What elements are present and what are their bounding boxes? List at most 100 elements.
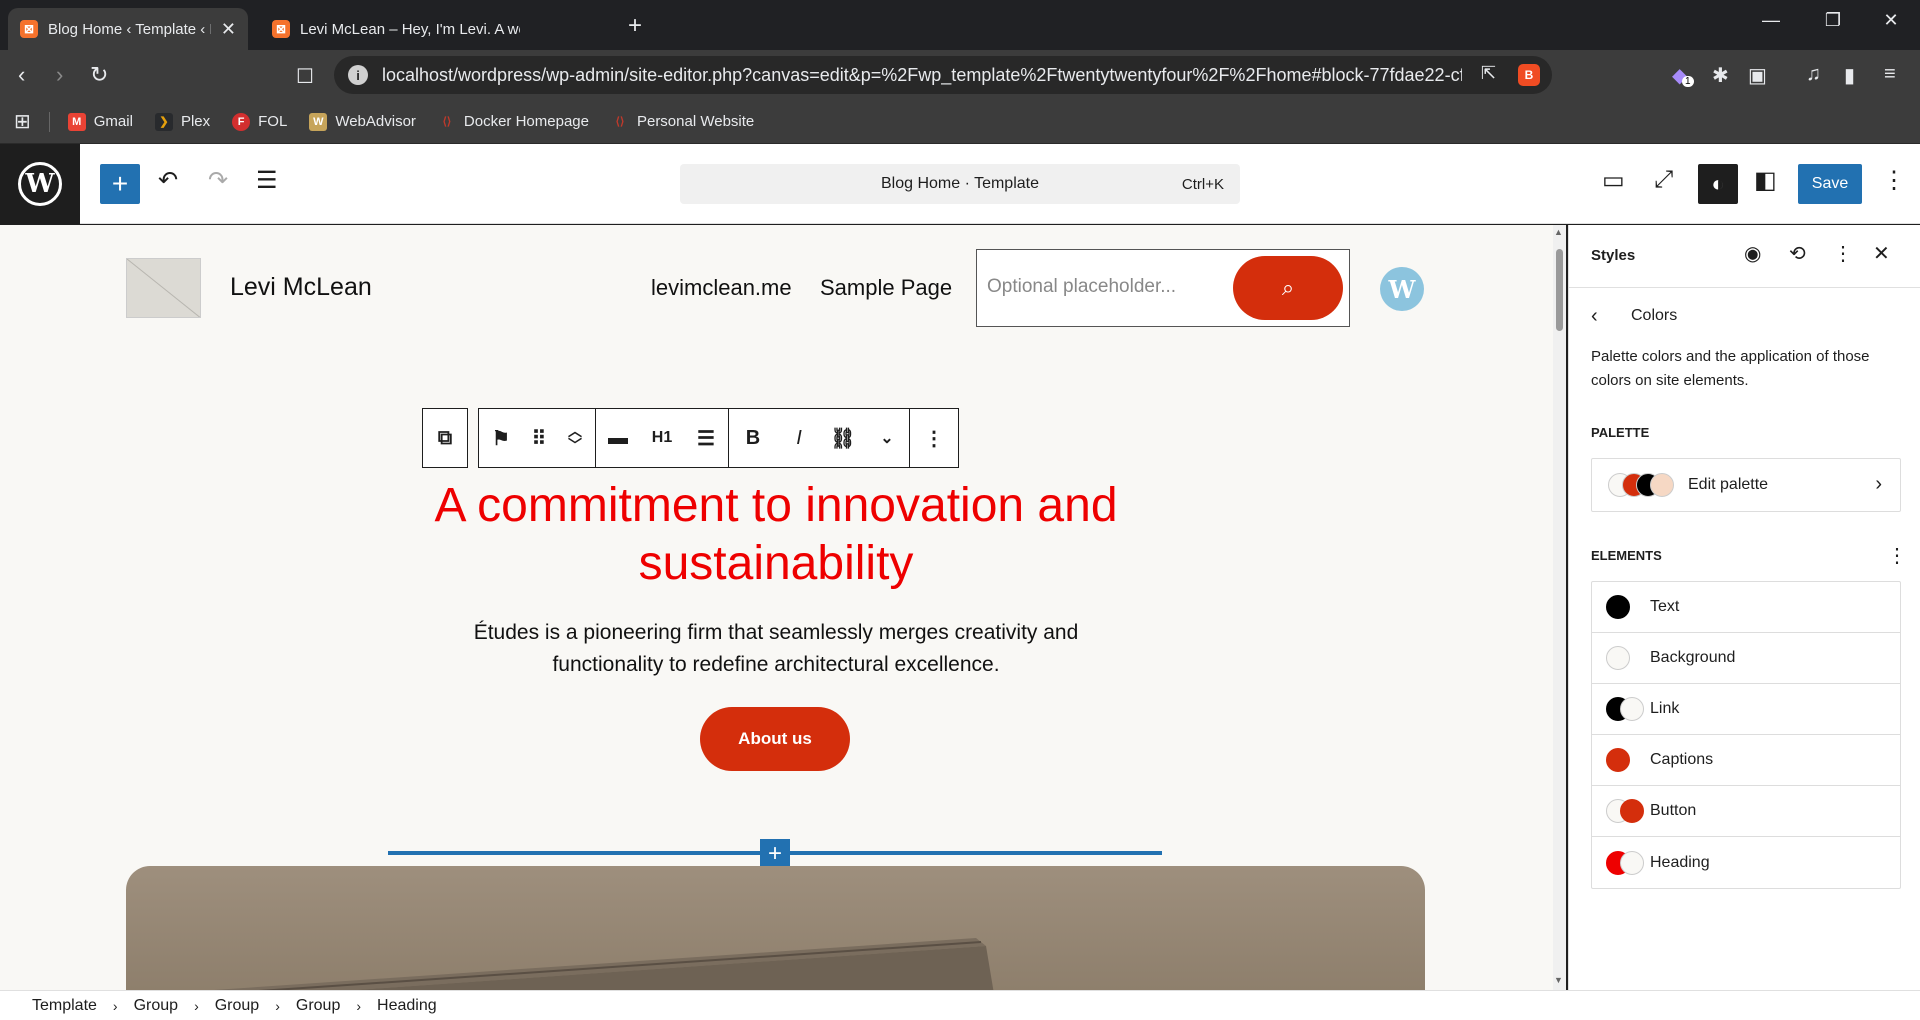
options-menu-icon[interactable]: ⋮ <box>1882 166 1906 195</box>
scroll-up-icon[interactable]: ▲ <box>1554 227 1563 237</box>
page-heading[interactable]: A commitment to innovation and sustainab… <box>380 477 1172 593</box>
edit-palette-button[interactable]: Edit palette › <box>1591 458 1901 512</box>
heading-level-button[interactable]: H1 <box>640 409 684 467</box>
back-icon[interactable]: ‹ <box>18 62 25 88</box>
bookmark-label: WebAdvisor <box>335 113 416 130</box>
bookmark-webadvisor[interactable]: W WebAdvisor <box>309 112 416 131</box>
sidebar-icon[interactable]: ▮ <box>1844 63 1855 88</box>
element-captions[interactable]: Captions <box>1592 735 1900 786</box>
editor-canvas[interactable]: Levi McLean levimclean.me Sample Page Op… <box>0 225 1566 990</box>
bookmark-fol[interactable]: F FOL <box>232 112 287 131</box>
apps-icon[interactable]: ⊞ <box>14 109 31 134</box>
block-options-icon[interactable]: ⋮ <box>910 409 958 467</box>
restore-icon[interactable]: ❐ <box>1818 10 1848 31</box>
close-icon[interactable]: ✕ <box>221 19 236 40</box>
divider <box>48 111 50 132</box>
search-button[interactable]: ⌕ <box>1233 256 1343 320</box>
extensions-icon[interactable]: ✱ <box>1712 63 1729 88</box>
nav-link-levimclean[interactable]: levimclean.me <box>651 275 792 301</box>
select-parent-icon[interactable]: ⧉ <box>423 409 467 467</box>
tab-blog-home[interactable]: ⊠ Blog Home ‹ Template ‹ Levi McLean — W… <box>8 8 248 50</box>
wordpress-logo-button[interactable]: W <box>0 144 80 224</box>
share-icon[interactable]: ⇱ <box>1481 63 1496 84</box>
bookmark-block-icon[interactable]: ⚑ <box>479 409 523 467</box>
block-inserter-button[interactable]: + <box>100 164 140 204</box>
element-heading[interactable]: Heading <box>1592 837 1900 888</box>
menu-icon[interactable]: ≡ <box>1884 63 1896 86</box>
settings-panel-icon[interactable]: ◧ <box>1754 166 1777 195</box>
placeholder-diagonal <box>127 259 200 317</box>
scroll-down-icon[interactable]: ▼ <box>1554 975 1563 985</box>
back-chevron-icon[interactable]: ‹ <box>1591 305 1598 328</box>
drag-handle-icon[interactable]: ⠿ <box>523 409 555 467</box>
breadcrumb-item[interactable]: Group <box>215 997 259 1015</box>
window-close-icon[interactable]: ✕ <box>1876 10 1906 31</box>
close-sidebar-icon[interactable]: ✕ <box>1873 241 1890 266</box>
link-icon[interactable]: ⛓ <box>821 409 865 467</box>
scrollbar-thumb[interactable] <box>1556 249 1563 331</box>
redo-icon[interactable]: ↷ <box>208 166 228 195</box>
palette-swatches <box>1608 473 1680 497</box>
hero-image[interactable] <box>126 866 1425 990</box>
avatar[interactable]: W <box>1380 267 1424 311</box>
move-up-down-icon[interactable]: ︿ ﹀ <box>555 409 595 467</box>
building-illustration <box>213 938 994 990</box>
search-input[interactable]: Optional placeholder... <box>987 276 1176 298</box>
zoom-out-icon[interactable]: ⤢ <box>1654 166 1673 194</box>
styles-toggle-icon[interactable]: ◐ <box>1698 164 1738 204</box>
bookmark-personal-website[interactable]: ⟨⟩ Personal Website <box>611 113 755 131</box>
media-icon[interactable]: ♫ <box>1806 63 1821 86</box>
revisions-icon[interactable]: ⟲ <box>1789 241 1806 266</box>
breadcrumb-item[interactable]: Group <box>296 997 340 1015</box>
italic-icon[interactable]: I <box>777 409 821 467</box>
undo-icon[interactable]: ↶ <box>158 166 178 195</box>
breadcrumb-item[interactable]: Heading <box>377 997 437 1015</box>
breadcrumb-item[interactable]: Template <box>32 997 97 1015</box>
site-title[interactable]: Levi McLean <box>230 273 372 302</box>
new-tab-icon[interactable]: + <box>628 12 642 40</box>
bookmark-icon[interactable]: ☐ <box>296 64 314 89</box>
tab-levi-mclean[interactable]: ⊠ Levi McLean – Hey, I'm Levi. A web dev… <box>260 8 600 50</box>
element-swatch <box>1606 697 1650 721</box>
url-text: localhost/wordpress/wp-admin/site-editor… <box>382 64 1462 85</box>
search-block[interactable]: Optional placeholder... ⌕ <box>976 249 1350 327</box>
element-background[interactable]: Background <box>1592 633 1900 684</box>
element-link[interactable]: Link <box>1592 684 1900 735</box>
plex-icon: ❯ <box>154 112 173 131</box>
brave-shield-icon[interactable]: B <box>1518 64 1540 86</box>
elements-options-icon[interactable]: ⋮ <box>1887 543 1907 568</box>
bookmark-docker[interactable]: ⟨⟩ Docker Homepage <box>438 113 589 131</box>
device-preview-icon[interactable]: ▭ <box>1602 166 1625 195</box>
list-view-icon[interactable]: ☰ <box>256 166 278 195</box>
more-options-icon[interactable]: ⋮ <box>1833 241 1853 266</box>
command-palette-button[interactable]: Blog Home · Template Ctrl+K <box>680 164 1240 204</box>
style-book-icon[interactable]: ◉ <box>1744 241 1761 266</box>
xampp-icon: ⊠ <box>20 20 38 38</box>
save-button[interactable]: Save <box>1798 164 1862 204</box>
bold-icon[interactable]: B <box>729 409 777 467</box>
sidebar-title: Styles <box>1591 247 1636 264</box>
text-align-icon[interactable]: ☰ <box>684 409 728 467</box>
minimize-icon[interactable]: — <box>1756 10 1786 31</box>
insert-block-icon[interactable]: + <box>760 839 790 869</box>
canvas-scrollbar[interactable]: ▲ ▼ <box>1553 225 1566 990</box>
element-button[interactable]: Button <box>1592 786 1900 837</box>
about-us-button[interactable]: About us <box>700 707 850 771</box>
url-bar[interactable]: i localhost/wordpress/wp-admin/site-edit… <box>334 56 1552 94</box>
reload-icon[interactable]: ↻ <box>90 62 108 88</box>
bookmark-plex[interactable]: ❯ Plex <box>154 112 210 131</box>
reader-icon[interactable]: ▣ <box>1748 63 1767 88</box>
tab-title: Levi McLean – Hey, I'm Levi. A web devel… <box>300 20 520 38</box>
site-logo-placeholder[interactable] <box>126 258 201 318</box>
site-info-icon[interactable]: i <box>348 65 368 85</box>
intro-paragraph[interactable]: Études is a pioneering firm that seamles… <box>440 617 1112 681</box>
element-text[interactable]: Text <box>1592 582 1900 633</box>
more-formats-icon[interactable]: ⌄ <box>865 409 909 467</box>
elements-heading: ELEMENTS <box>1591 548 1662 563</box>
nav-link-sample-page[interactable]: Sample Page <box>820 275 952 301</box>
swatch-accent-light <box>1650 473 1674 497</box>
forward-icon[interactable]: › <box>56 62 63 88</box>
breadcrumb-item[interactable]: Group <box>134 997 178 1015</box>
align-icon[interactable]: ▬ <box>596 409 640 467</box>
bookmark-gmail[interactable]: M Gmail <box>67 112 133 131</box>
